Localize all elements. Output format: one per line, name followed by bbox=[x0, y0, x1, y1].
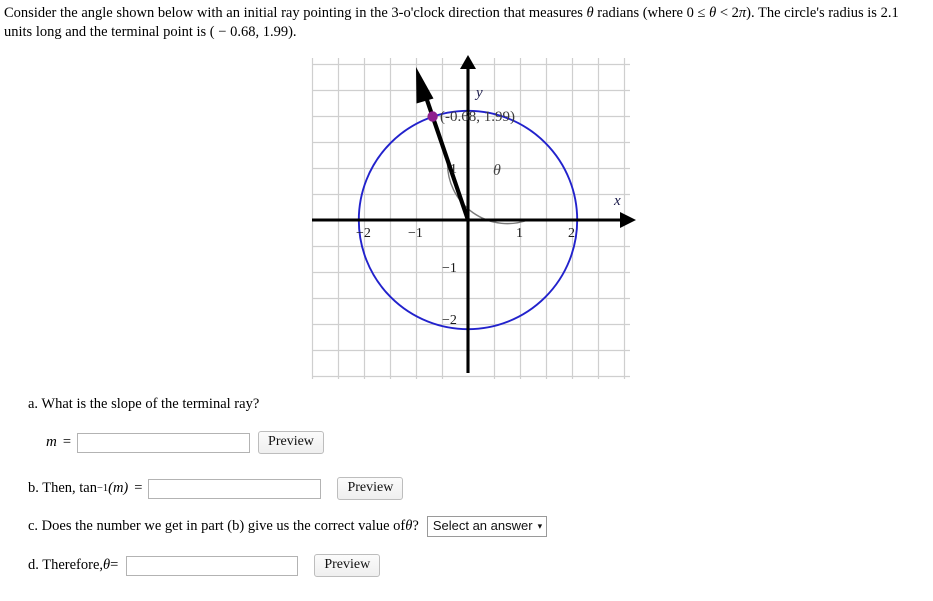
slope-variable-label: m bbox=[46, 434, 57, 450]
x-axis-label: x bbox=[613, 193, 621, 209]
prompt-line1-part1: Consider the angle shown below with an i… bbox=[4, 5, 587, 21]
question-b-prefix: b. Then, tan bbox=[28, 480, 97, 496]
angle-label: θ bbox=[493, 162, 501, 179]
terminal-point-marker bbox=[427, 111, 438, 122]
x-axis-arrowhead bbox=[620, 212, 636, 228]
theta-input[interactable] bbox=[126, 555, 299, 576]
slope-input[interactable] bbox=[77, 432, 251, 453]
select-label: Select an answer bbox=[432, 518, 533, 533]
arctan-input[interactable] bbox=[148, 478, 322, 499]
y-tick-neg2: −2 bbox=[442, 313, 457, 328]
question-d-row: d. Therefore, θ = Preview bbox=[28, 554, 381, 577]
equals-sign-d: = bbox=[110, 557, 119, 573]
unit-circle-graph: x y θ (-0.68, 1.99) −2 −1 1 2 1 −1 −2 bbox=[300, 55, 640, 385]
question-a-answer-row: m = Preview bbox=[46, 431, 324, 454]
preview-button-a[interactable]: Preview bbox=[258, 431, 324, 454]
chevron-down-icon: ▾ bbox=[537, 520, 543, 531]
y-axis-arrowhead bbox=[460, 55, 476, 69]
y-tick-neg1: −1 bbox=[442, 261, 457, 276]
question-c-text-part1: c. Does the number we get in part (b) gi… bbox=[28, 518, 406, 534]
x-tick-pos2: 2 bbox=[568, 226, 575, 241]
theta-symbol-question-d: θ bbox=[103, 557, 111, 573]
y-tick-pos1: 1 bbox=[450, 162, 457, 177]
preview-button-b[interactable]: Preview bbox=[337, 477, 404, 500]
y-axis-label: y bbox=[474, 85, 483, 101]
x-tick-neg1: −1 bbox=[408, 226, 423, 241]
prompt-line1-part2: radians (where 0 bbox=[593, 5, 698, 21]
prompt-line1-part4: ). The circle's bbox=[746, 5, 825, 21]
preview-button-d[interactable]: Preview bbox=[314, 554, 381, 577]
problem-statement: Consider the angle shown below with an i… bbox=[4, 4, 929, 42]
question-c-text-part2: ? bbox=[412, 518, 419, 534]
question-b-exponent: −1 bbox=[97, 483, 109, 494]
equals-sign-b: = bbox=[134, 480, 143, 496]
prompt-line2-part2: 0.68, 1.99). bbox=[226, 24, 297, 40]
x-tick-pos1: 1 bbox=[516, 226, 523, 241]
answer-select-dropdown[interactable]: Select an answer ▾ bbox=[426, 516, 548, 537]
theta-symbol-question-c: θ bbox=[405, 518, 413, 534]
question-d-prefix: d. Therefore, bbox=[28, 557, 104, 573]
question-a-text: a. What is the slope of the terminal ray… bbox=[28, 396, 260, 412]
question-b-argument: (m) bbox=[108, 480, 129, 496]
question-c-row: c. Does the number we get in part (b) gi… bbox=[28, 516, 548, 537]
x-tick-neg2: −2 bbox=[356, 226, 371, 241]
theta-symbol-inline-1: θ bbox=[586, 5, 594, 21]
question-b-row: b. Then, tan −1 (m) = Preview bbox=[28, 477, 404, 500]
equals-sign-a: = bbox=[62, 434, 72, 450]
terminal-ray-arrowhead bbox=[416, 67, 434, 104]
point-coordinate-label: (-0.68, 1.99) bbox=[440, 109, 515, 125]
prompt-line1-part3: < 2 bbox=[716, 5, 739, 21]
